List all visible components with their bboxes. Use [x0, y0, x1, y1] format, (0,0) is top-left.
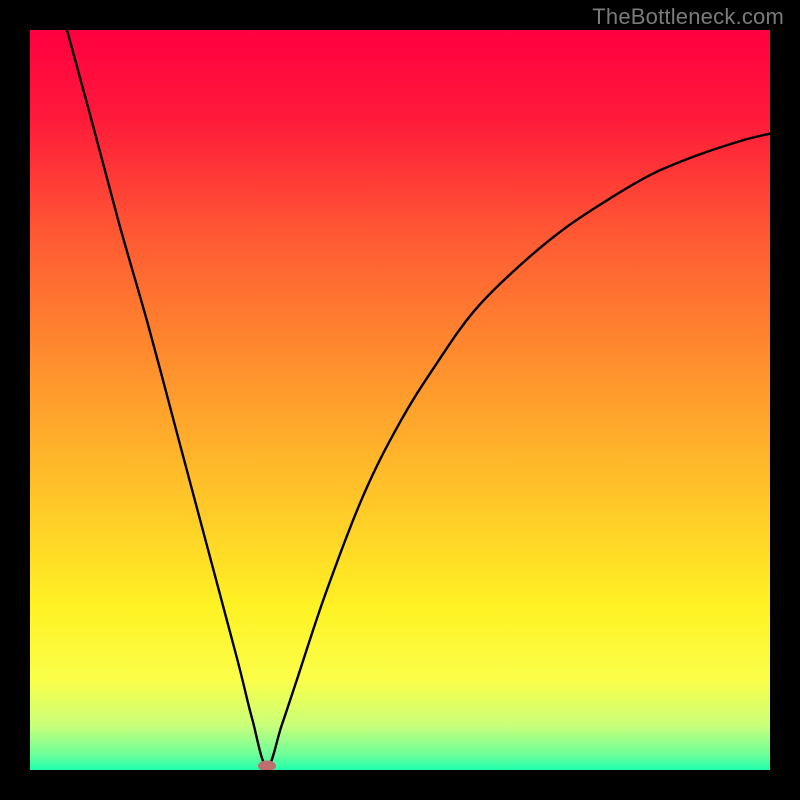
bottleneck-curve — [30, 30, 770, 770]
optimal-point-marker — [258, 761, 276, 770]
plot-area — [30, 30, 770, 770]
chart-container: TheBottleneck.com — [0, 0, 800, 800]
watermark-text: TheBottleneck.com — [592, 4, 784, 30]
